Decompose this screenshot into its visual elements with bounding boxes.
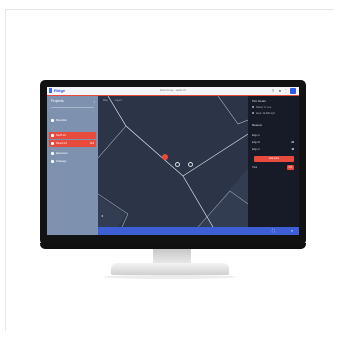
sidebar-item-label: Parcel 12 bbox=[56, 142, 67, 145]
stand-shadow bbox=[104, 275, 236, 279]
person-icon bbox=[252, 106, 254, 108]
sidebar-item-label: Easement bbox=[56, 152, 68, 155]
measure-item-value: 22 bbox=[291, 141, 294, 144]
monitor-stand bbox=[111, 263, 229, 275]
sidebar-item-label: North lot bbox=[56, 134, 66, 137]
panel-title: Plot Detail bbox=[252, 99, 266, 103]
detail-panel: Plot Detail Owner: K. Lee Area: 12,400 s… bbox=[248, 96, 299, 227]
sidebar-item-value: 8.4 bbox=[90, 142, 94, 145]
layer-icon bbox=[51, 152, 54, 155]
app-screen: Ridge Field survey · sector 07 ⇪ ● ⋮ Pro… bbox=[47, 87, 299, 235]
sidebar-item-drainage[interactable]: Drainage bbox=[49, 158, 96, 165]
sidebar-item-parcel-12[interactable]: Parcel 12 8.4 bbox=[49, 140, 96, 147]
frame-left-border bbox=[5, 9, 6, 331]
window-title: Field survey · sector 07 bbox=[160, 89, 186, 92]
layer-icon bbox=[51, 142, 54, 145]
zoom-out-button[interactable] bbox=[188, 162, 193, 167]
bottom-bar: ⛶ ⌕ bbox=[98, 227, 299, 235]
fullscreen-icon[interactable]: ⛶ bbox=[272, 229, 276, 233]
layer-icon bbox=[51, 119, 54, 122]
frame-top-border bbox=[5, 9, 334, 10]
sidebar-item-north-lot[interactable]: North lot bbox=[49, 132, 96, 139]
detail-row-area: Area: 12,400 sq ft bbox=[252, 112, 275, 116]
area-icon bbox=[252, 112, 254, 114]
layer-icon bbox=[51, 134, 54, 137]
menu-icon[interactable]: ⋮ bbox=[284, 89, 288, 93]
total-row: Total 0.8 bbox=[252, 164, 294, 171]
user-icon[interactable]: ● bbox=[278, 89, 282, 93]
avatar[interactable] bbox=[290, 88, 296, 94]
share-icon[interactable]: ⇪ bbox=[271, 89, 275, 93]
sidebar-item-boundary[interactable]: Boundary bbox=[49, 117, 96, 124]
measure-item-label: Edge A bbox=[252, 134, 260, 137]
zoom-in-button[interactable] bbox=[175, 162, 180, 167]
layer-icon bbox=[51, 160, 54, 163]
sidebar-divider bbox=[51, 107, 94, 108]
measure-item-label: Edge C bbox=[252, 148, 260, 151]
sidebar: Projects › Boundary North lot Parcel 12 … bbox=[47, 96, 98, 235]
map-canvas[interactable]: Map Layers ◂ bbox=[98, 96, 248, 227]
measure-item[interactable]: Edge C 18 bbox=[252, 146, 294, 153]
parcel-lines bbox=[98, 96, 248, 227]
total-badge: 0.8 bbox=[286, 165, 294, 170]
sidebar-item-label: Boundary bbox=[56, 119, 68, 122]
measure-item[interactable]: Edge B 22 bbox=[252, 139, 294, 146]
sidebar-item-label: Drainage bbox=[56, 160, 67, 163]
collapse-icon[interactable]: › bbox=[94, 99, 95, 104]
compass-icon[interactable]: ◂ bbox=[101, 213, 103, 218]
sidebar-item-easement[interactable]: Easement bbox=[49, 150, 96, 157]
add-point-button[interactable]: Add point bbox=[254, 156, 294, 162]
sidebar-title: Projects bbox=[51, 99, 64, 103]
search-icon[interactable]: ⌕ bbox=[291, 229, 295, 233]
measure-item-label: Edge B bbox=[252, 141, 260, 144]
location-pin-icon[interactable] bbox=[162, 154, 168, 160]
detail-row-owner: Owner: K. Lee bbox=[252, 106, 271, 110]
total-label: Total bbox=[252, 166, 258, 169]
measure-item-value: 18 bbox=[291, 148, 294, 151]
measure-item[interactable]: Edge A bbox=[252, 132, 294, 139]
monitor-neck bbox=[153, 249, 191, 264]
section-title: Measure bbox=[252, 124, 263, 127]
top-bar: Ridge Field survey · sector 07 ⇪ ● ⋮ bbox=[47, 87, 299, 96]
